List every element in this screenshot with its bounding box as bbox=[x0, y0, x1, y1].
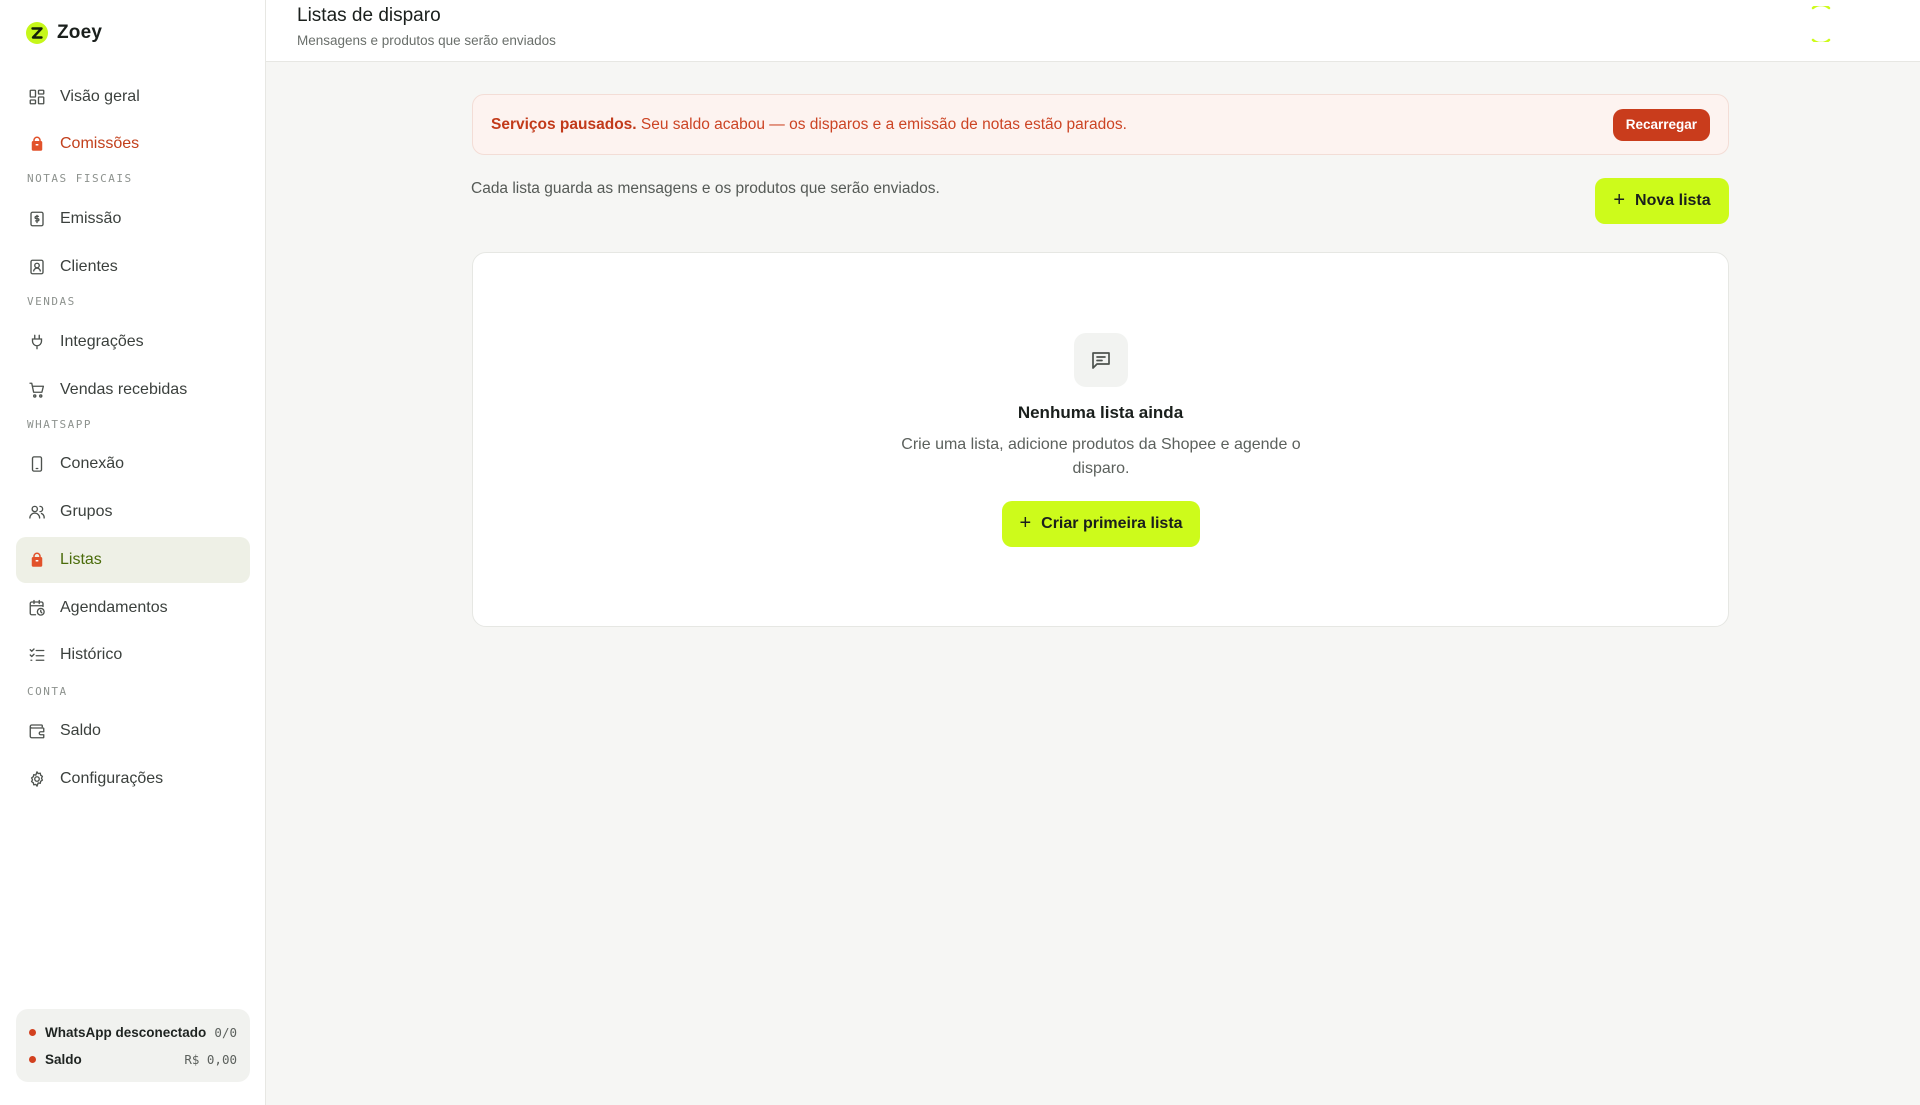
whatsapp-status-value: 0/0 bbox=[214, 1025, 237, 1040]
message-square-icon bbox=[1074, 333, 1128, 387]
recharge-button[interactable]: Recarregar bbox=[1612, 108, 1710, 141]
section-label-conta: CONTA bbox=[27, 685, 68, 698]
invoice-dollar-icon bbox=[27, 209, 47, 229]
section-label-vendas: VENDAS bbox=[27, 295, 76, 308]
calendar-clock-icon bbox=[27, 598, 47, 618]
sidebar-item-visao-geral[interactable]: Visão geral bbox=[16, 74, 250, 120]
sidebar-item-label: Comissões bbox=[60, 135, 140, 152]
sidebar-item-label: Visão geral bbox=[60, 88, 140, 105]
balance-status-label: Saldo bbox=[45, 1052, 82, 1067]
users-icon bbox=[27, 502, 47, 522]
sidebar-item-grupos[interactable]: Grupos bbox=[16, 489, 250, 535]
shopping-cart-icon bbox=[27, 380, 47, 400]
balance-status[interactable]: Saldo R$ 0,00 bbox=[29, 1046, 237, 1073]
sidebar-item-label: Histórico bbox=[60, 646, 123, 663]
shopping-bag-icon bbox=[27, 134, 47, 154]
brand-name: Zoey bbox=[57, 22, 103, 43]
sidebar-item-listas[interactable]: Listas bbox=[16, 537, 250, 583]
alert-text: Serviços pausados. Seu saldo acabou — os… bbox=[491, 116, 1613, 134]
services-paused-alert: Serviços pausados. Seu saldo acabou — os… bbox=[472, 94, 1729, 155]
section-label-whatsapp: WHATSAPP bbox=[27, 418, 92, 431]
dashboard-grid-icon bbox=[27, 87, 47, 107]
sidebar-item-conexao[interactable]: Conexão bbox=[16, 441, 250, 487]
sidebar-item-emissao[interactable]: Emissão bbox=[16, 196, 250, 242]
create-first-list-label: Criar primeira lista bbox=[1041, 515, 1183, 532]
empty-state-card: Nenhuma lista ainda Crie uma lista, adic… bbox=[472, 252, 1729, 627]
plug-icon bbox=[27, 332, 47, 352]
plus-icon: + bbox=[1613, 189, 1626, 211]
create-first-list-button[interactable]: + Criar primeira lista bbox=[1002, 501, 1200, 547]
wallet-icon bbox=[27, 721, 47, 741]
plus-icon: + bbox=[1019, 512, 1032, 534]
list-checks-icon bbox=[27, 645, 47, 665]
sidebar-item-label: Grupos bbox=[60, 503, 113, 520]
whatsapp-status-label: WhatsApp desconectado bbox=[45, 1025, 207, 1040]
sidebar: Zoey Visão geral Comissões NOTAS FISCAIS… bbox=[0, 0, 266, 1105]
page-header: Listas de disparo Mensagens e produtos q… bbox=[266, 0, 1920, 62]
loading-spinner-icon bbox=[1806, 3, 1836, 45]
sidebar-item-label: Configurações bbox=[60, 770, 164, 787]
page-title: Listas de disparo bbox=[297, 5, 441, 26]
whatsapp-status[interactable]: WhatsApp desconectado 0/0 bbox=[29, 1019, 237, 1046]
shopping-bag-icon bbox=[27, 550, 47, 570]
sidebar-item-historico[interactable]: Histórico bbox=[16, 632, 250, 678]
sidebar-item-label: Saldo bbox=[60, 722, 101, 739]
sidebar-item-vendas-recebidas[interactable]: Vendas recebidas bbox=[16, 367, 250, 413]
sidebar-item-comissoes[interactable]: Comissões bbox=[16, 121, 250, 167]
sidebar-item-label: Vendas recebidas bbox=[60, 381, 188, 398]
gear-icon bbox=[27, 769, 47, 789]
page-subtitle: Mensagens e produtos que serão enviados bbox=[297, 33, 556, 48]
sidebar-item-agendamentos[interactable]: Agendamentos bbox=[16, 585, 250, 631]
sidebar-item-saldo[interactable]: Saldo bbox=[16, 708, 250, 754]
sidebar-item-label: Conexão bbox=[60, 455, 125, 472]
sidebar-item-configuracoes[interactable]: Configurações bbox=[16, 756, 250, 802]
sidebar-item-clientes[interactable]: Clientes bbox=[16, 244, 250, 290]
zoey-logo-icon bbox=[26, 22, 48, 44]
sidebar-item-label: Clientes bbox=[60, 258, 118, 275]
balance-status-value: R$ 0,00 bbox=[184, 1052, 237, 1067]
smartphone-icon bbox=[27, 454, 47, 474]
empty-state-description: Crie uma lista, adicione produtos da Sho… bbox=[901, 436, 1301, 477]
status-card: WhatsApp desconectado 0/0 Saldo R$ 0,00 bbox=[16, 1009, 250, 1082]
new-list-button[interactable]: + Nova lista bbox=[1595, 178, 1729, 224]
lists-intro-text: Cada lista guarda as mensagens e os prod… bbox=[471, 180, 940, 197]
sidebar-item-label: Integrações bbox=[60, 333, 144, 350]
sidebar-item-label: Emissão bbox=[60, 210, 122, 227]
sidebar-item-label: Agendamentos bbox=[60, 599, 168, 616]
contact-card-icon bbox=[27, 257, 47, 277]
brand[interactable]: Zoey bbox=[26, 22, 102, 44]
sidebar-item-integracoes[interactable]: Integrações bbox=[16, 319, 250, 365]
section-label-notas-fiscais: NOTAS FISCAIS bbox=[27, 172, 133, 185]
alert-message: Seu saldo acabou — os disparos e a emiss… bbox=[640, 115, 1127, 133]
new-list-button-label: Nova lista bbox=[1635, 192, 1711, 209]
status-dot bbox=[29, 1056, 36, 1063]
empty-state-title: Nenhuma lista ainda bbox=[1017, 403, 1184, 422]
status-dot bbox=[29, 1029, 36, 1036]
sidebar-item-label: Listas bbox=[60, 551, 102, 568]
alert-title: Serviços pausados. bbox=[491, 115, 637, 133]
